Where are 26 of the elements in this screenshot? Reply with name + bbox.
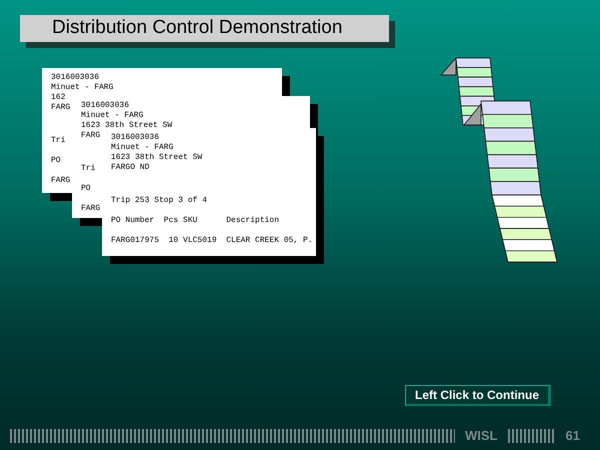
- address-line: 3016003036: [81, 101, 130, 111]
- item-line: FARG: [51, 176, 70, 186]
- column-header: PO Number Pcs SKU Description: [111, 216, 280, 226]
- address-line: FARGO ND: [111, 163, 150, 173]
- footer-brand: WISL: [465, 428, 498, 443]
- page-number: 61: [566, 428, 580, 443]
- barcode-strip: [508, 428, 556, 442]
- trip-line: Tri: [81, 164, 96, 174]
- item-line: FARG: [81, 204, 100, 214]
- column-header: PO: [51, 156, 61, 166]
- address-line: Minuet - FARG: [111, 143, 174, 153]
- trip-line: Trip 253 Stop 3 of 4: [111, 196, 208, 206]
- address-line: 3016003036: [51, 73, 100, 83]
- item-line: FARG017975 10 VLC5019 CLEAR CREEK 05, P.: [111, 236, 313, 246]
- address-line: FARG: [81, 131, 100, 141]
- continue-button[interactable]: Left Click to Continue: [405, 385, 551, 406]
- address-line: Minuet - FARG: [81, 111, 144, 121]
- address-line: 162: [51, 93, 66, 103]
- address-line: 1623 38th Street SW: [111, 153, 202, 163]
- address-line: 1623 38th Street SW: [81, 121, 172, 131]
- address-line: FARG: [51, 103, 70, 113]
- trip-line: Tri: [51, 136, 66, 146]
- column-header: PO: [81, 184, 91, 194]
- slide-title: Distribution Control Demonstration: [20, 15, 389, 42]
- address-line: Minuet - FARG: [51, 83, 114, 93]
- address-line: 3016003036: [111, 133, 160, 143]
